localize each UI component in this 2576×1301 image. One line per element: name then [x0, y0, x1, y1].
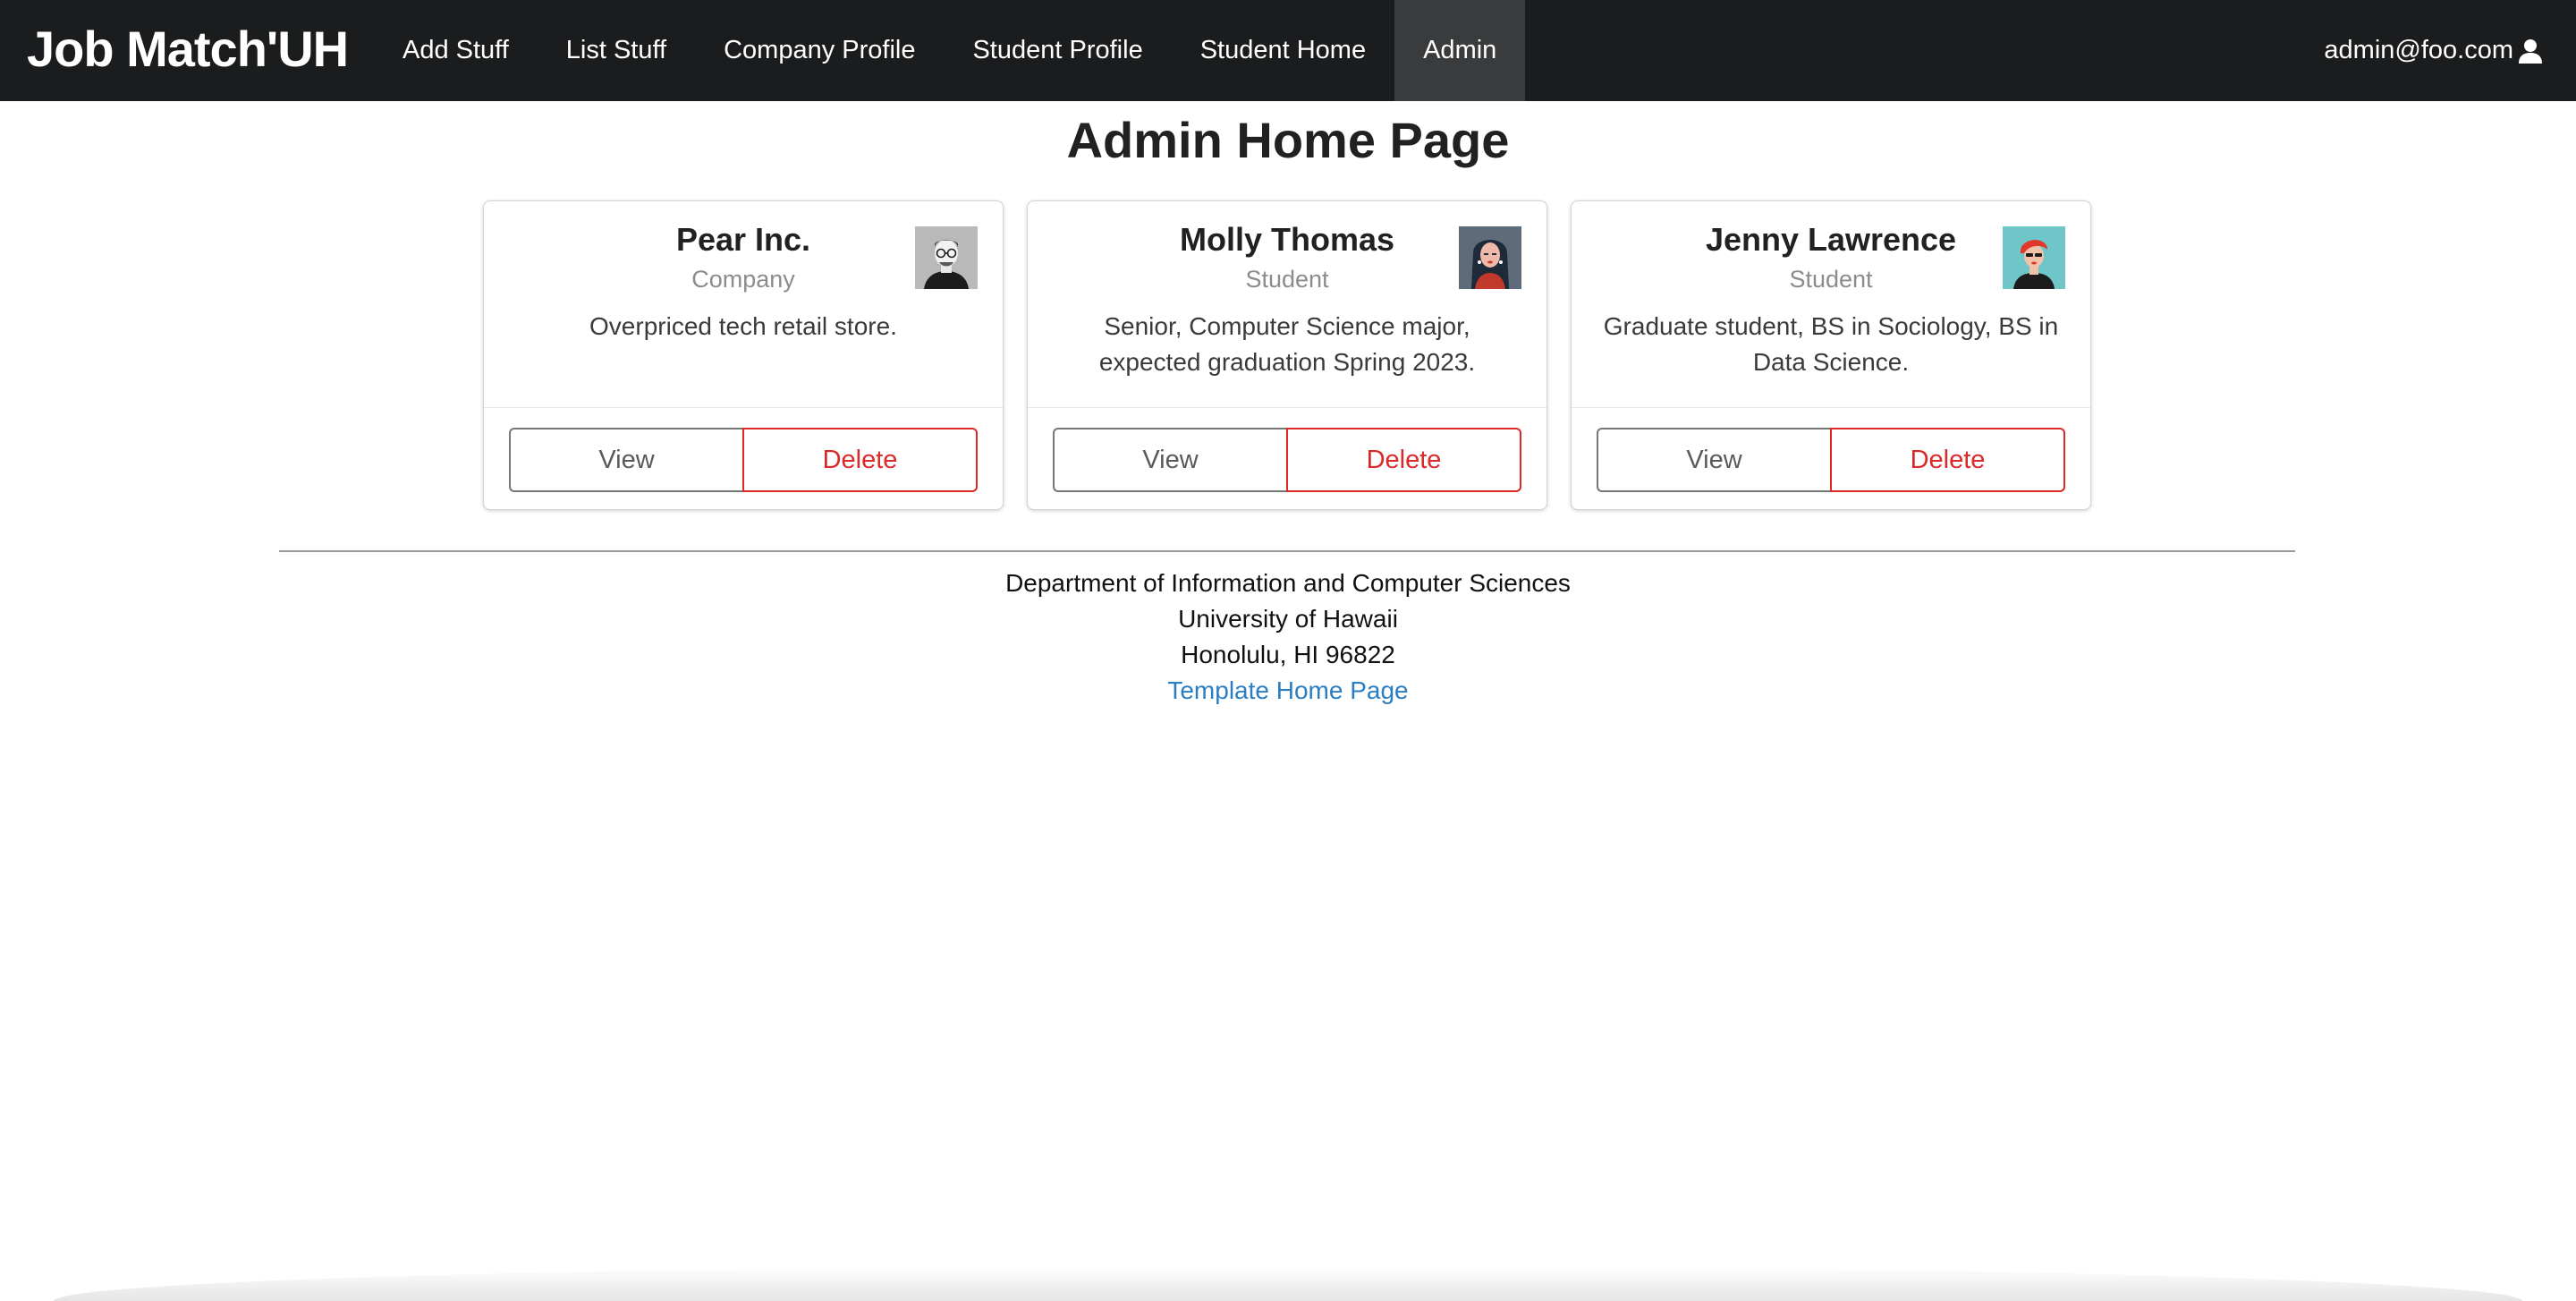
user-email[interactable]: admin@foo.com: [2324, 36, 2513, 65]
card-description: Overpriced tech retail store.: [589, 312, 897, 340]
user-menu[interactable]: admin@foo.com: [2324, 0, 2544, 101]
profile-card: Pear Inc. Company Overpriced tech retail…: [483, 200, 1004, 510]
view-button[interactable]: View: [1597, 428, 1830, 492]
nav-item-company-profile[interactable]: Company Profile: [695, 0, 944, 101]
nav-item-student-home[interactable]: Student Home: [1172, 0, 1394, 101]
delete-button[interactable]: Delete: [1286, 428, 1521, 492]
nav-item-add-stuff[interactable]: Add Stuff: [374, 0, 538, 101]
avatar: [2003, 226, 2065, 289]
page-title: Admin Home Page: [1066, 112, 1510, 168]
view-button[interactable]: View: [509, 428, 742, 492]
avatar: [1459, 226, 1521, 289]
profile-card: Molly Thomas Student Senior, Computer Sc…: [1027, 200, 1547, 510]
profile-card: Jenny Lawrence Student Graduate student,…: [1571, 200, 2091, 510]
card-description: Senior, Computer Science major, expected…: [1098, 312, 1476, 376]
nav-menu: Add Stuff List Stuff Company Profile Stu…: [374, 0, 1526, 101]
nav-item-admin[interactable]: Admin: [1394, 0, 1526, 101]
view-button[interactable]: View: [1053, 428, 1286, 492]
footer-address: Honolulu, HI 96822: [1181, 641, 1395, 668]
nav-item-student-profile[interactable]: Student Profile: [944, 0, 1171, 101]
template-home-link[interactable]: Template Home Page: [1167, 676, 1408, 704]
footer-department: Department of Information and Computer S…: [1005, 569, 1571, 597]
window-bottom-shadow: [54, 1265, 2522, 1301]
card-actions: View Delete: [1597, 428, 2065, 492]
footer-university: University of Hawaii: [1178, 605, 1398, 633]
footer: Department of Information and Computer S…: [0, 565, 2576, 709]
profile-cards: Pear Inc. Company Overpriced tech retail…: [483, 200, 2093, 510]
nav-item-list-stuff[interactable]: List Stuff: [538, 0, 695, 101]
card-description: Graduate student, BS in Sociology, BS in…: [1603, 312, 2059, 376]
card-content: Jenny Lawrence Student Graduate student,…: [1572, 201, 2090, 408]
delete-button[interactable]: Delete: [742, 428, 978, 492]
card-content: Pear Inc. Company Overpriced tech retail…: [484, 201, 1003, 408]
user-icon[interactable]: [2517, 38, 2544, 64]
avatar: [915, 226, 978, 289]
footer-divider: [279, 550, 2295, 552]
card-actions: View Delete: [1053, 428, 1521, 492]
card-content: Molly Thomas Student Senior, Computer Sc…: [1028, 201, 1546, 408]
delete-button[interactable]: Delete: [1830, 428, 2065, 492]
brand-logo[interactable]: Job Match'UH: [27, 0, 349, 101]
top-navbar: Job Match'UH Add Stuff List Stuff Compan…: [0, 0, 2576, 101]
card-actions: View Delete: [509, 428, 978, 492]
